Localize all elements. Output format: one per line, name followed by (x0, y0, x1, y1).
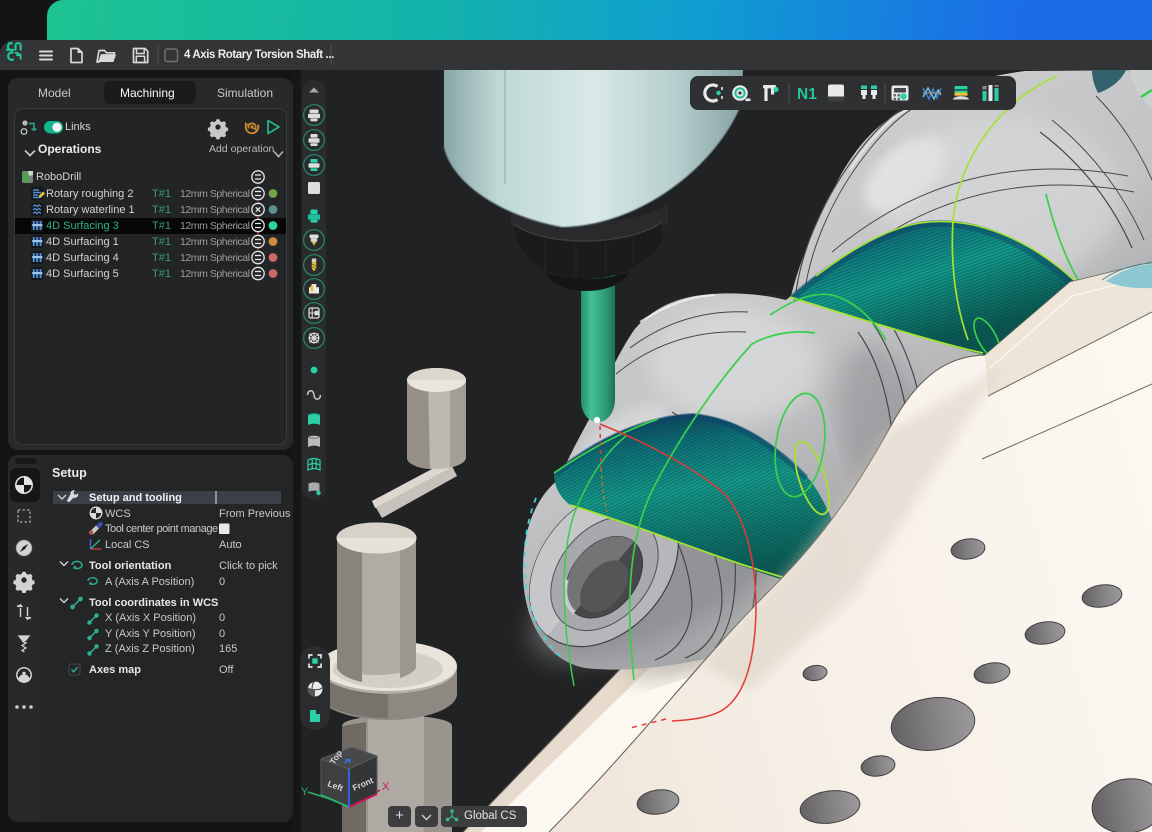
svg-text:N1: N1 (797, 86, 817, 103)
